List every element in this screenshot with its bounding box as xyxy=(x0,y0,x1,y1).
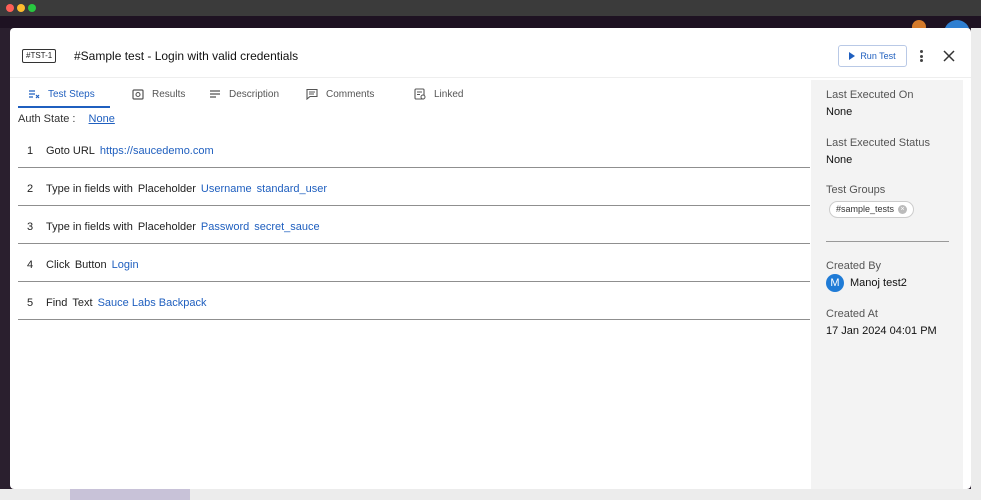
step-locator-type: Button xyxy=(74,259,107,271)
last-status-label: Last Executed Status xyxy=(826,137,930,149)
auth-state-link[interactable]: None xyxy=(89,113,115,125)
step-number: 3 xyxy=(27,221,34,233)
background-app-header xyxy=(0,16,981,28)
last-executed-on-value: None xyxy=(826,106,853,118)
step-locator-type: Text xyxy=(72,297,93,309)
test-step[interactable]: 5 Find Text Sauce Labs Backpack xyxy=(18,287,810,320)
more-options-icon[interactable] xyxy=(917,48,925,64)
test-id-tag: #TST-1 xyxy=(22,49,57,63)
window-titlebar xyxy=(0,0,981,16)
tab-description-label: Description xyxy=(229,88,280,100)
details-sidebar: Last Executed On None Last Executed Stat… xyxy=(811,80,963,489)
step-value[interactable]: Sauce Labs Backpack xyxy=(98,297,207,309)
step-value[interactable]: https://saucedemo.com xyxy=(100,145,214,157)
last-executed-on-label: Last Executed On xyxy=(826,89,914,101)
minimize-window-button[interactable] xyxy=(17,4,25,12)
tab-description[interactable]: Description xyxy=(209,80,279,108)
maximize-window-button[interactable] xyxy=(28,4,36,12)
step-locator-value[interactable]: Username xyxy=(201,183,252,195)
results-icon xyxy=(132,89,144,100)
last-status-value: None xyxy=(826,154,853,166)
created-at-value: 17 Jan 2024 04:01 PM xyxy=(826,325,937,337)
step-value[interactable]: Login xyxy=(112,259,139,271)
test-group-chip-label: #sample_tests xyxy=(836,204,895,214)
test-step[interactable]: 1 Goto URL https://saucedemo.com xyxy=(18,135,810,168)
step-action: Type in fields with xyxy=(46,221,133,233)
step-value[interactable]: standard_user xyxy=(257,183,327,195)
tab-test-steps[interactable]: Test Steps xyxy=(28,80,95,108)
tab-test-steps-label: Test Steps xyxy=(48,88,95,100)
test-detail-modal: #TST-1 #Sample test - Login with valid c… xyxy=(10,28,971,489)
run-test-button[interactable]: Run Test xyxy=(838,45,907,67)
test-group-chip[interactable]: #sample_tests × xyxy=(829,201,915,218)
tab-results-label: Results xyxy=(152,88,186,100)
tab-results[interactable]: Results xyxy=(132,80,185,108)
background-selected-item xyxy=(70,489,190,500)
linked-icon xyxy=(414,88,426,100)
remove-chip-icon[interactable]: × xyxy=(898,205,908,214)
step-number: 5 xyxy=(27,297,34,309)
close-window-button[interactable] xyxy=(6,4,14,12)
steps-icon xyxy=(29,90,40,99)
play-icon xyxy=(849,52,856,60)
tab-bar: Test Steps Results Description Comments xyxy=(18,80,810,108)
auth-state-label: Auth State : xyxy=(18,113,76,125)
test-step[interactable]: 3 Type in fields with Placeholder Passwo… xyxy=(18,211,810,244)
tab-linked-label: Linked xyxy=(434,88,464,100)
step-number: 4 xyxy=(27,259,34,271)
created-by-label: Created By xyxy=(826,260,882,272)
step-number: 1 xyxy=(27,145,34,157)
close-icon[interactable] xyxy=(940,47,958,65)
active-tab-indicator xyxy=(18,106,110,108)
run-test-label: Run Test xyxy=(860,51,896,61)
created-by-value: Manoj test2 xyxy=(850,277,907,289)
test-step[interactable]: 4 Click Button Login xyxy=(18,249,810,282)
step-number: 2 xyxy=(27,183,34,195)
test-step[interactable]: 2 Type in fields with Placeholder Userna… xyxy=(18,173,810,206)
step-action: Click xyxy=(46,259,70,271)
avatar: M xyxy=(826,274,844,292)
step-action: Find xyxy=(46,297,68,309)
description-icon xyxy=(210,90,220,98)
tab-linked[interactable]: Linked xyxy=(414,80,463,108)
modal-title: #Sample test - Login with valid credenti… xyxy=(74,49,299,63)
step-locator-value[interactable]: Password xyxy=(201,221,249,233)
created-at-label: Created At xyxy=(826,308,878,320)
background-content xyxy=(971,28,981,500)
tab-comments-label: Comments xyxy=(326,88,375,100)
step-value[interactable]: secret_sauce xyxy=(254,221,319,233)
step-action: Type in fields with xyxy=(46,183,133,195)
tab-comments[interactable]: Comments xyxy=(306,80,374,108)
modal-header: #TST-1 #Sample test - Login with valid c… xyxy=(10,28,971,78)
comments-icon xyxy=(306,88,318,100)
auth-state: Auth State : None xyxy=(18,113,115,125)
test-groups-label: Test Groups xyxy=(826,184,886,196)
step-locator-type: Placeholder xyxy=(137,221,196,233)
step-locator-type: Placeholder xyxy=(137,183,196,195)
sidebar-divider xyxy=(826,241,949,242)
step-action: Goto URL xyxy=(46,145,95,157)
